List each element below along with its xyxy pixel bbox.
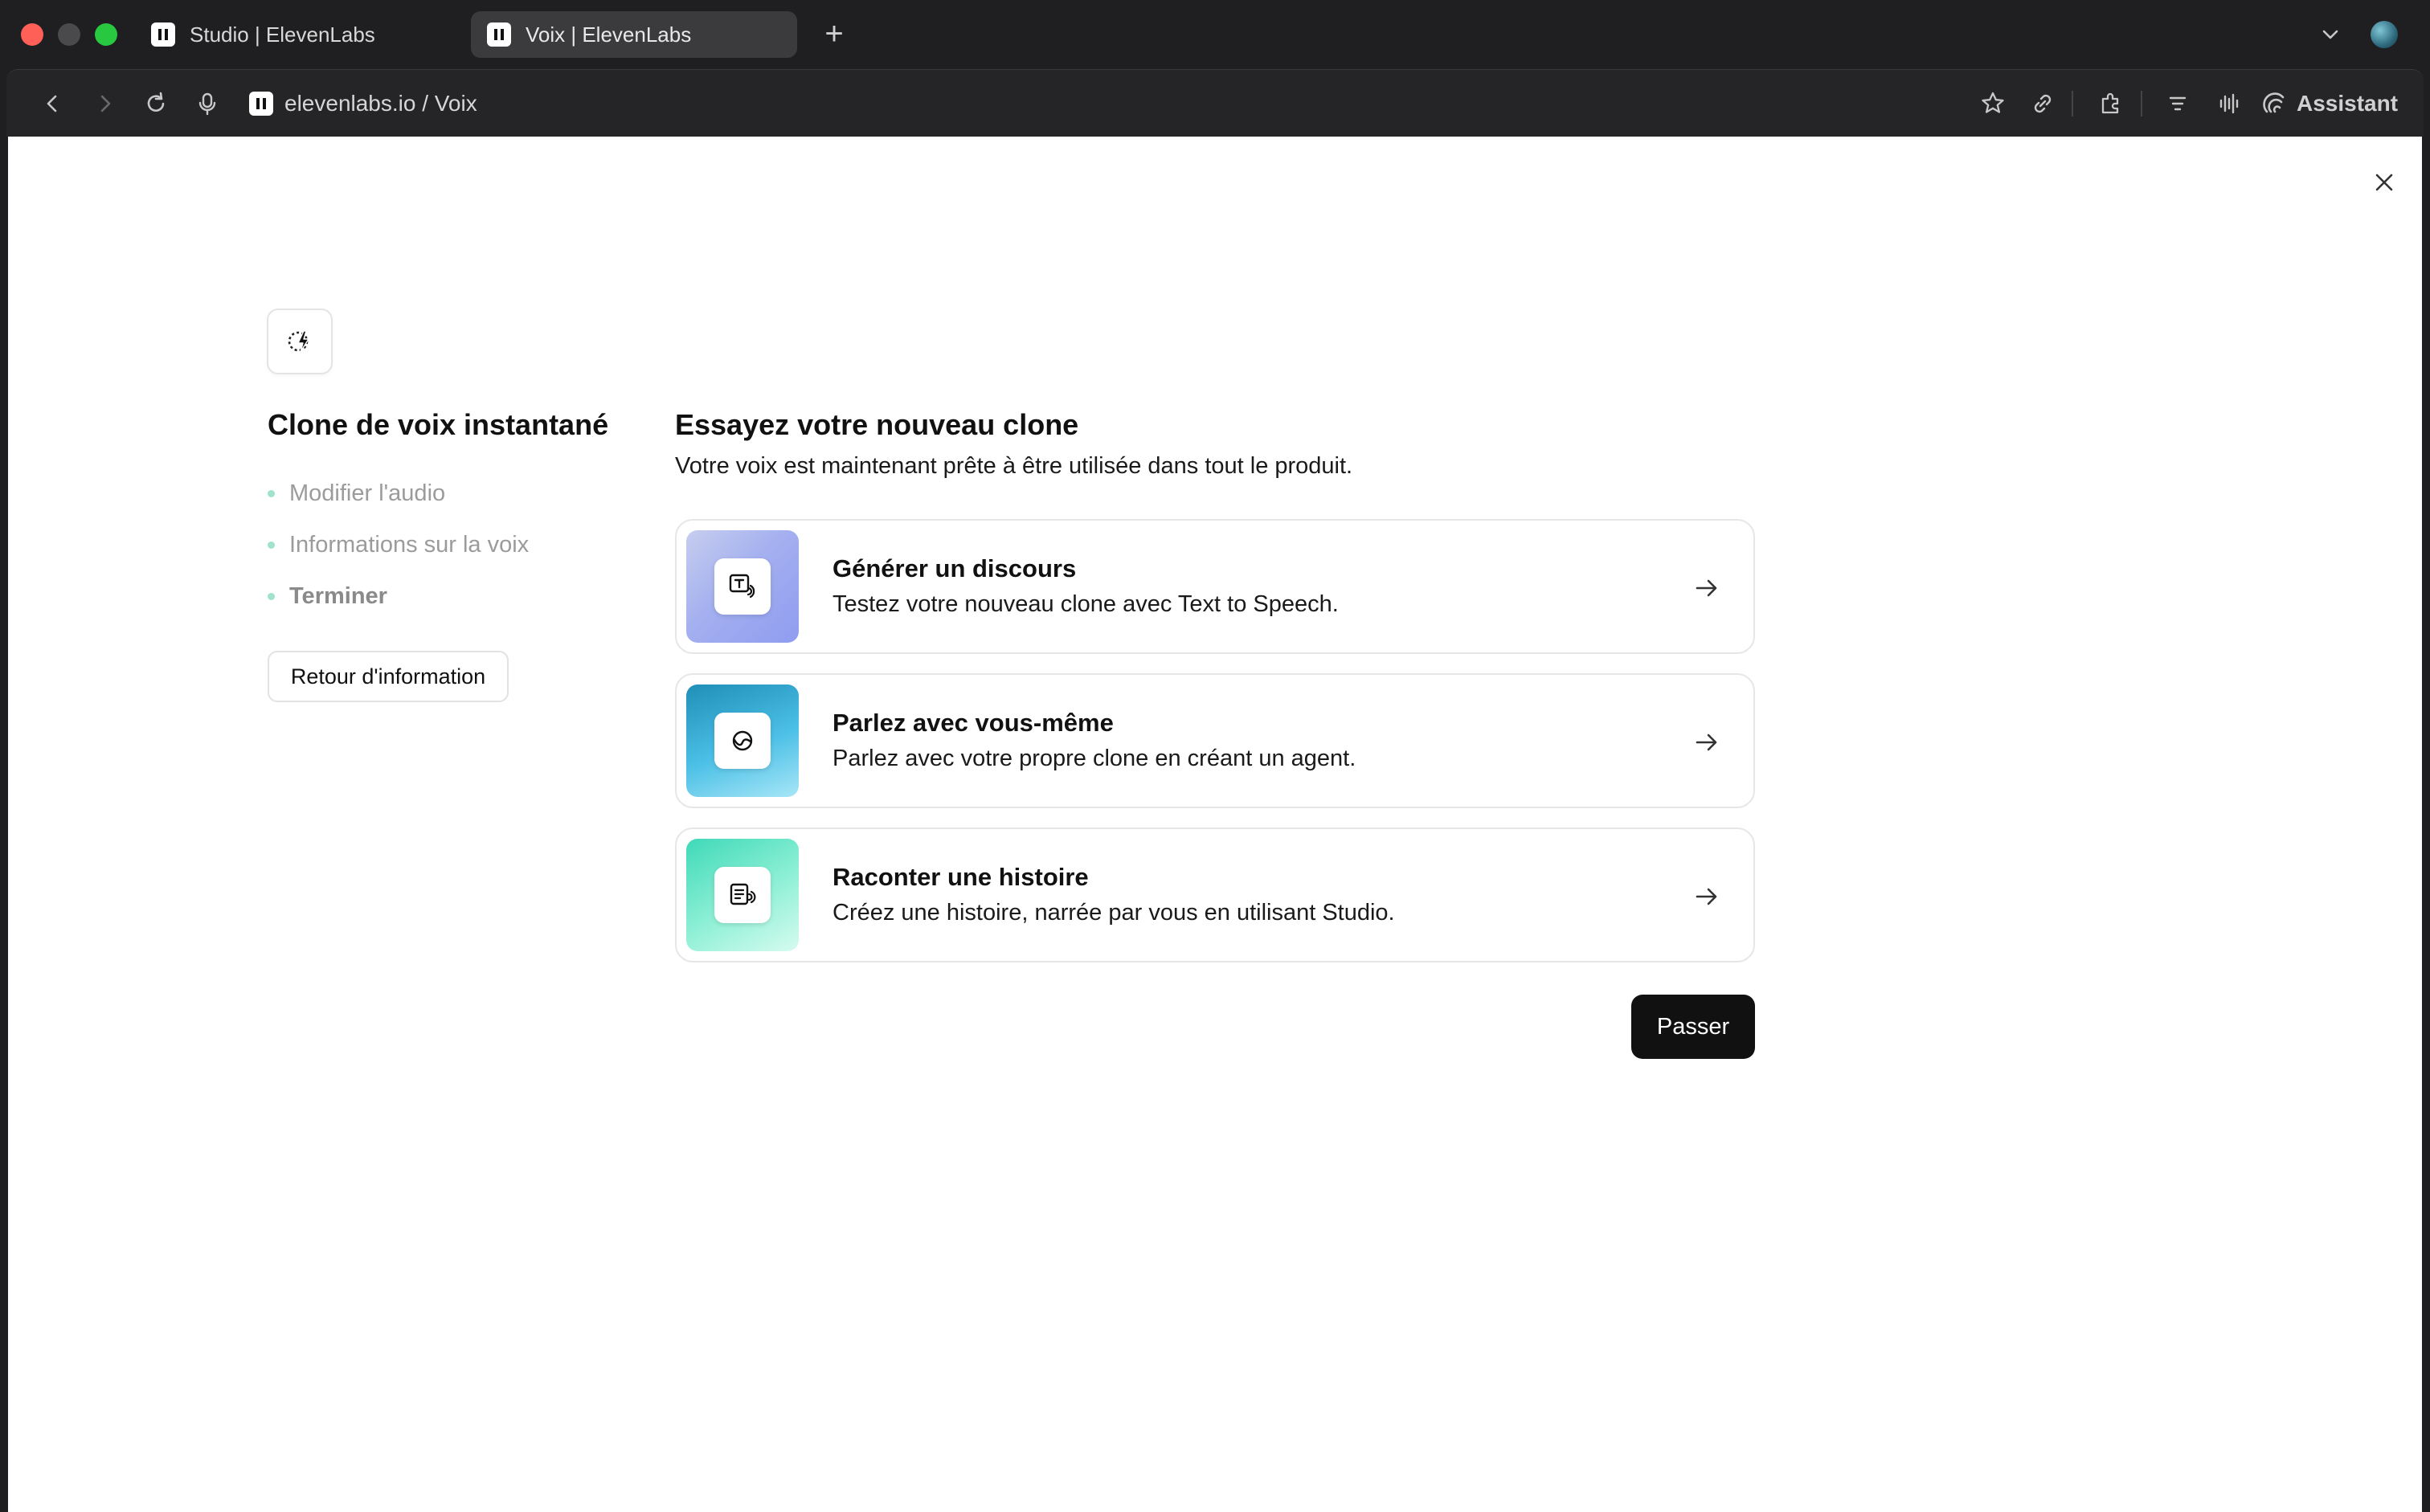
sidebar-title: Clone de voix instantané <box>268 408 609 441</box>
browser-window: Studio | ElevenLabs Voix | ElevenLabs + … <box>0 0 2430 1512</box>
agent-icon <box>732 730 753 751</box>
option-description: Parlez avec votre propre clone en créant… <box>832 746 1356 771</box>
assistant-icon <box>2263 92 2285 113</box>
skip-button[interactable]: Passer <box>1631 995 1755 1059</box>
assistant-label: Assistant <box>2297 91 2399 116</box>
step-item: Modifier l'audio <box>268 468 529 519</box>
page-title: Essayez votre nouveau clone <box>675 408 1079 441</box>
option-card-generate-speech[interactable]: Générer un discours Testez votre nouveau… <box>675 519 1755 654</box>
close-icon[interactable] <box>2367 165 2402 200</box>
option-thumbnail <box>686 530 799 643</box>
step-item: Informations sur la voix <box>268 519 529 570</box>
elevenlabs-favicon-icon <box>487 22 511 47</box>
minimize-window-button[interactable] <box>58 23 80 46</box>
audio-waveform-icon[interactable] <box>2215 89 2244 118</box>
browser-toolbar: elevenlabs.io / Voix Assistant <box>6 69 2424 137</box>
elevenlabs-favicon-icon <box>151 22 175 47</box>
profile-avatar[interactable] <box>2371 21 2398 48</box>
step-label: Modifier l'audio <box>289 480 446 506</box>
elevenlabs-favicon-icon <box>249 92 273 116</box>
step-label: Terminer <box>289 582 387 609</box>
step-dot-icon <box>268 592 275 600</box>
reader-list-icon[interactable] <box>2163 89 2192 118</box>
extensions-icon[interactable] <box>2096 89 2125 118</box>
url-text: elevenlabs.io / Voix <box>284 91 477 116</box>
option-card-tell-a-story[interactable]: Raconter une histoire Créez une histoire… <box>675 828 1755 962</box>
arrow-right-icon <box>1691 881 1723 913</box>
chevron-down-icon[interactable] <box>2316 21 2345 48</box>
option-card-talk-to-yourself[interactable]: Parlez avec vous-même Parlez avec votre … <box>675 673 1755 808</box>
option-title: Raconter une histoire <box>832 863 1089 891</box>
step-dot-icon <box>268 489 275 497</box>
tab-title: Voix | ElevenLabs <box>526 22 692 47</box>
option-thumbnail <box>686 684 799 797</box>
microphone-icon[interactable] <box>193 89 222 118</box>
step-item-current: Terminer <box>268 570 529 622</box>
steps-list: Modifier l'audio Informations sur la voi… <box>268 468 529 622</box>
tab-voix[interactable]: Voix | ElevenLabs <box>471 11 797 58</box>
tab-studio[interactable]: Studio | ElevenLabs <box>135 11 464 58</box>
close-window-button[interactable] <box>21 23 43 46</box>
tab-title: Studio | ElevenLabs <box>190 22 375 47</box>
option-title: Générer un discours <box>832 554 1077 582</box>
tab-strip: Studio | ElevenLabs Voix | ElevenLabs + <box>0 0 2430 69</box>
arrow-right-icon <box>1691 726 1723 758</box>
page-subtitle: Votre voix est maintenant prête à être u… <box>675 453 1353 479</box>
assistant-button[interactable]: Assistant <box>2261 86 2398 121</box>
studio-icon <box>730 883 756 905</box>
toolbar-divider <box>2141 91 2142 116</box>
option-description: Créez une histoire, narrée par vous en u… <box>832 900 1395 926</box>
option-thumbnail <box>686 839 799 951</box>
text-to-speech-icon <box>729 574 755 599</box>
address-bar[interactable]: elevenlabs.io / Voix <box>249 84 477 123</box>
plus-icon[interactable]: + <box>818 16 850 51</box>
step-dot-icon <box>268 541 275 549</box>
back-arrow-icon[interactable] <box>39 89 68 118</box>
option-title: Parlez avec vous-même <box>832 709 1114 737</box>
arrow-right-icon <box>1691 572 1723 604</box>
instant-clone-icon <box>288 330 309 353</box>
reload-icon[interactable] <box>141 89 170 118</box>
forward-arrow-icon[interactable] <box>90 89 119 118</box>
maximize-window-button[interactable] <box>95 23 117 46</box>
option-description: Testez votre nouveau clone avec Text to … <box>832 591 1339 617</box>
toolbar-divider <box>2072 91 2073 116</box>
feedback-button[interactable]: Retour d'information <box>268 651 509 702</box>
link-icon[interactable] <box>2028 89 2057 118</box>
instant-clone-logo <box>267 309 333 374</box>
page-content: Clone de voix instantané Modifier l'audi… <box>8 137 2422 1512</box>
step-label: Informations sur la voix <box>289 531 530 558</box>
bookmark-star-icon[interactable] <box>1978 89 2007 118</box>
